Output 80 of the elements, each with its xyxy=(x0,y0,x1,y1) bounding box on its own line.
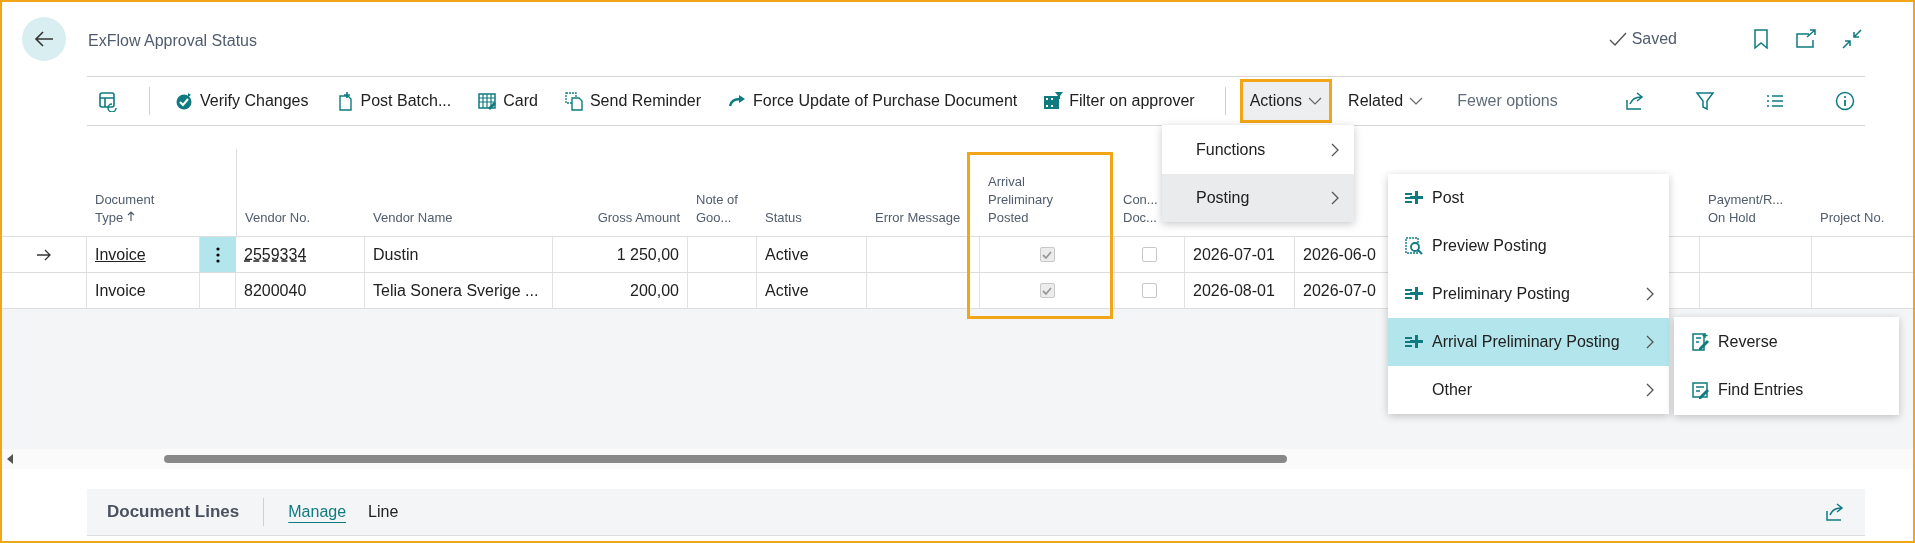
sort-up-icon xyxy=(126,210,135,222)
checkbox[interactable] xyxy=(1039,247,1055,262)
section-tab[interactable]: Line xyxy=(368,499,399,525)
toolbar-action[interactable]: Verify Changes xyxy=(164,85,319,117)
back-button[interactable] xyxy=(22,17,66,61)
table-cell: 2026-07-01 xyxy=(1193,245,1275,264)
toolbar-action[interactable]: Post Batch... xyxy=(324,85,462,117)
table-cell: 200,00 xyxy=(630,281,679,300)
bookmark-button[interactable] xyxy=(1751,28,1771,50)
column-header[interactable]: Error Message xyxy=(875,209,961,227)
table-cell: 2026-07-0 xyxy=(1303,281,1376,300)
menu-item[interactable]: Functions xyxy=(1162,126,1354,174)
film-filter-icon xyxy=(1043,91,1064,111)
menu-item[interactable]: Post xyxy=(1388,174,1669,222)
column-header[interactable]: Gross Amount xyxy=(597,209,680,227)
checkbox[interactable] xyxy=(1142,247,1157,262)
column-header[interactable]: Status xyxy=(765,209,802,227)
menu-item[interactable]: Arrival Preliminary Posting xyxy=(1388,318,1669,366)
column-header[interactable]: Project No. xyxy=(1820,209,1885,227)
table-cell[interactable]: 2559334 xyxy=(244,245,307,264)
menu-item[interactable]: Reverse xyxy=(1674,318,1899,366)
chevron-down-icon xyxy=(1409,96,1424,106)
collapse-button[interactable] xyxy=(1841,28,1863,50)
chevron-down-icon xyxy=(1308,96,1323,106)
chevron-right-icon xyxy=(1330,142,1340,158)
checkbox[interactable] xyxy=(1039,283,1055,298)
column-header[interactable]: Note of Goo... xyxy=(696,191,749,227)
menu-button[interactable]: Related xyxy=(1338,79,1434,123)
verify-icon xyxy=(174,91,194,111)
share-button[interactable] xyxy=(1625,91,1645,111)
edit-list-icon xyxy=(1690,380,1710,400)
table-cell[interactable]: Invoice xyxy=(95,245,146,264)
table-cell: 2026-06-0 xyxy=(1303,245,1376,264)
table-cell: Active xyxy=(765,281,809,300)
toolbar-action[interactable]: Card xyxy=(467,85,548,117)
table-cell[interactable]: 8200040 xyxy=(244,281,307,300)
section-title: Document Lines xyxy=(107,502,240,522)
menu-item[interactable]: Preview Posting xyxy=(1388,222,1669,270)
info-button[interactable] xyxy=(1835,91,1855,111)
column-header[interactable]: Document Type xyxy=(95,191,185,227)
chevron-right-icon xyxy=(1645,286,1655,302)
scrollbar-thumb[interactable] xyxy=(164,455,1287,463)
open-new-window-button[interactable] xyxy=(1795,29,1817,49)
filter-button[interactable] xyxy=(1695,91,1715,111)
save-status: Saved xyxy=(1631,30,1677,48)
documents-icon xyxy=(563,91,584,111)
table-cell: 2026-08-01 xyxy=(1193,281,1275,300)
column-header[interactable]: Vendor Name xyxy=(373,209,453,227)
preview-icon xyxy=(1404,236,1424,256)
toolbar-action[interactable]: Force Update of Purchase Document xyxy=(717,85,1028,117)
menu-item[interactable]: Other xyxy=(1388,366,1669,414)
card-grid-icon xyxy=(477,91,498,111)
chevron-right-icon xyxy=(1645,382,1655,398)
menu-button[interactable]: Actions xyxy=(1239,79,1333,123)
more-dots-icon xyxy=(216,246,220,263)
table-cell: Active xyxy=(765,245,809,264)
checkbox[interactable] xyxy=(1142,283,1157,298)
page-title: ExFlow Approval Status xyxy=(88,32,257,50)
column-header[interactable]: Payment/R... On Hold xyxy=(1708,191,1804,227)
column-header[interactable]: Arrival Preliminary Posted xyxy=(988,173,1078,227)
scroll-left-icon[interactable] xyxy=(6,454,14,464)
section-tab[interactable]: Manage xyxy=(288,499,347,525)
menu-item[interactable]: Posting xyxy=(1162,174,1354,222)
table-cell: 1 250,00 xyxy=(616,245,679,264)
current-row-arrow-icon xyxy=(36,248,52,261)
chevron-right-icon xyxy=(1645,334,1655,350)
table-cell: Dustin xyxy=(373,245,419,264)
table-cell: Telia Sonera Sverige ... xyxy=(373,281,539,300)
toolbar-action[interactable]: Filter on approver xyxy=(1033,85,1205,117)
menu-item[interactable]: Find Entries xyxy=(1674,366,1899,414)
menu-item[interactable]: Preliminary Posting xyxy=(1388,270,1669,318)
column-header[interactable]: Vendor No. xyxy=(245,209,311,227)
layout-icon xyxy=(97,90,119,112)
edit-document-icon xyxy=(1690,332,1710,352)
fewer-options-button[interactable]: Fewer options xyxy=(1447,86,1568,116)
share-icon[interactable] xyxy=(1825,502,1845,522)
chevron-right-icon xyxy=(1330,190,1340,206)
toolbar-action[interactable]: Send Reminder xyxy=(553,85,712,117)
table-cell[interactable]: Invoice xyxy=(95,281,146,300)
row-menu-button[interactable] xyxy=(200,237,236,272)
